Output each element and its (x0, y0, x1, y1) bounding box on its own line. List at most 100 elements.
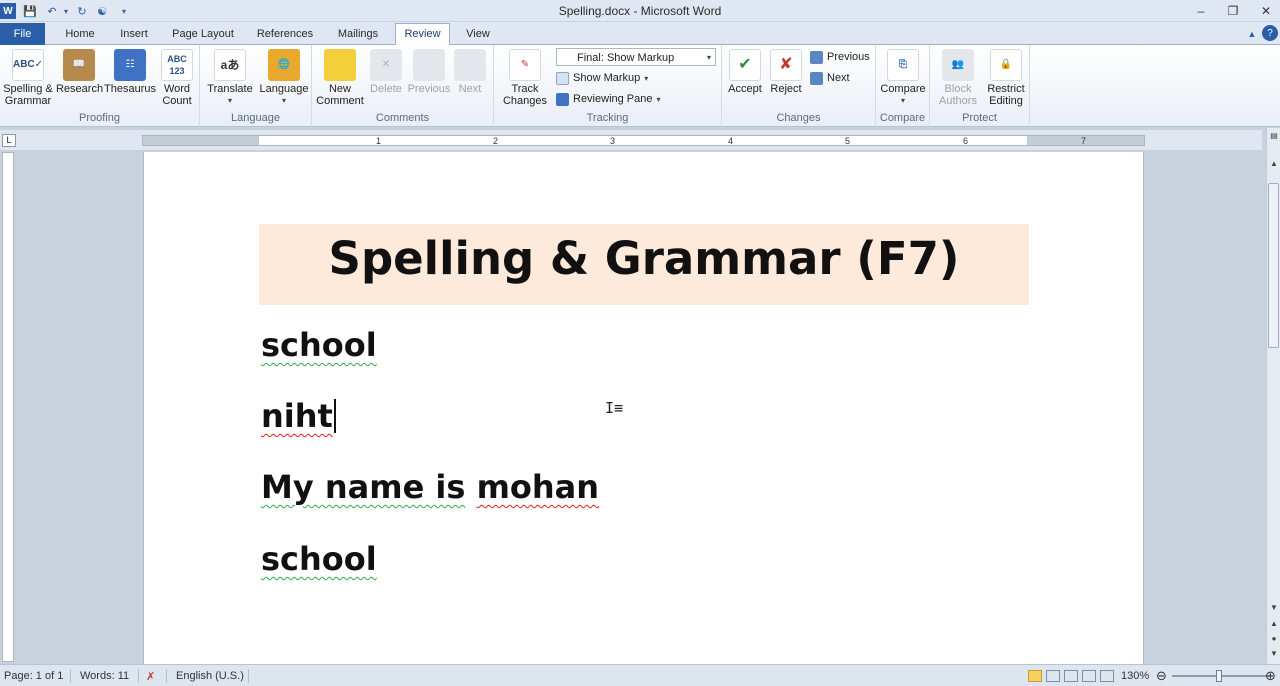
next-comment-button[interactable]: Next (452, 49, 488, 95)
reject-button[interactable]: ✘ Reject (766, 49, 806, 95)
scrollbar-thumb[interactable] (1268, 183, 1279, 348)
restrict-editing-lock-icon: 🔒 (990, 49, 1022, 81)
delete-comment-button[interactable]: ✕ Delete (366, 49, 406, 95)
document-line[interactable]: school (261, 540, 377, 578)
display-for-review-dropdown-icon: ▾ (706, 53, 711, 62)
new-comment-icon (324, 49, 356, 81)
tab-file[interactable]: File (0, 23, 45, 45)
group-label-changes: Changes (776, 112, 821, 124)
delete-comment-icon: ✕ (370, 49, 402, 81)
vertical-ruler[interactable] (2, 152, 14, 662)
research-book-icon: 📖 (63, 49, 95, 81)
scroll-down-icon[interactable]: ▼ (1268, 602, 1280, 614)
minimize-ribbon-icon[interactable]: ▲ (1244, 26, 1260, 42)
next-page-icon[interactable]: ▼ (1268, 648, 1280, 660)
zoom-slider-knob[interactable] (1216, 670, 1222, 682)
reject-x-icon: ✘ (770, 49, 802, 81)
ruler-number: 5 (845, 136, 851, 146)
accept-button[interactable]: ✔ Accept (724, 49, 766, 95)
ruler-number: 7 (1081, 136, 1087, 146)
scroll-up-icon[interactable]: ▲ (1268, 158, 1280, 170)
language-status[interactable]: English (U.S.) (176, 670, 244, 682)
track-changes-icon: ✎ (509, 49, 541, 81)
web-layout-icon[interactable] (1064, 670, 1078, 682)
group-protect: 👥 Block Authors 🔒 Restrict Editing Prote… (930, 45, 1030, 127)
window-title: Spelling.docx - Microsoft Word (558, 4, 722, 18)
show-markup-button[interactable]: Show Markup ▾ (556, 69, 648, 87)
ribbon-review: ABC✓ Spelling & Grammar 📖 Research ☷ The… (0, 45, 1280, 127)
track-changes-button[interactable]: ✎ Track Changes (498, 49, 552, 107)
restore-button[interactable]: ❐ (1222, 2, 1244, 20)
page-count[interactable]: Page: 1 of 1 (4, 670, 63, 682)
reviewing-pane-button[interactable]: Reviewing Pane ▾ (556, 90, 661, 108)
vertical-scrollbar[interactable]: ▤ ▲ ▼ ▲ ● ▼ (1266, 128, 1280, 664)
view-ruler-icon[interactable]: ▤ (1268, 130, 1280, 142)
minimize-button[interactable]: – (1190, 2, 1212, 20)
tab-page-layout[interactable]: Page Layout (166, 25, 240, 45)
previous-comment-button[interactable]: Previous (406, 49, 452, 95)
translate-button[interactable]: aあ Translate ▾ (204, 49, 256, 107)
research-button[interactable]: 📖 Research (56, 49, 103, 95)
print-layout-view-icon[interactable] (1028, 670, 1042, 682)
ruler-number: 2 (493, 136, 499, 146)
group-tracking: ✎ Track Changes Final: Show Markup ▾ Sho… (494, 45, 722, 127)
browse-object-icon[interactable]: ● (1268, 633, 1280, 645)
title-bar: W 💾 ↶ ▾ ↻ ☯ ▾ Spelling.docx - Microsoft … (0, 0, 1280, 22)
next-change-button[interactable]: Next (810, 69, 850, 87)
group-changes: ✔ Accept ✘ Reject Previous Next Changes (722, 45, 876, 127)
ruler-left-margin (143, 136, 259, 145)
tab-view[interactable]: View (460, 25, 496, 45)
restrict-editing-button[interactable]: 🔒 Restrict Editing (982, 49, 1030, 107)
word-count-icon: ABC 123 (161, 49, 193, 81)
spelling-check-icon: ABC✓ (12, 49, 44, 81)
document-line[interactable]: My name is mohan (261, 468, 599, 506)
compare-button[interactable]: ⎘ Compare ▾ (878, 49, 928, 107)
thesaurus-button[interactable]: ☷ Thesaurus (104, 49, 156, 95)
full-screen-reading-icon[interactable] (1046, 670, 1060, 682)
document-line[interactable]: school (261, 326, 377, 364)
previous-change-button[interactable]: Previous (810, 48, 870, 66)
group-label-protect: Protect (962, 112, 997, 124)
draft-view-icon[interactable] (1100, 670, 1114, 682)
help-icon[interactable]: ? (1262, 25, 1278, 41)
block-authors-button[interactable]: 👥 Block Authors (934, 49, 982, 107)
tab-selector[interactable]: L (2, 134, 16, 147)
status-bar: Page: 1 of 1 Words: 11 ✗ English (U.S.) … (0, 664, 1280, 686)
thesaurus-book-icon: ☷ (114, 49, 146, 81)
tab-mailings[interactable]: Mailings (330, 25, 386, 45)
zoom-level[interactable]: 130% (1121, 670, 1149, 682)
tab-home[interactable]: Home (58, 25, 102, 45)
outline-view-icon[interactable] (1082, 670, 1096, 682)
status-separator (166, 669, 167, 683)
ruler-number: 1 (376, 136, 382, 146)
zoom-in-icon[interactable]: ⊕ (1265, 668, 1276, 684)
document-heading[interactable]: Spelling & Grammar (F7) (259, 232, 1029, 285)
previous-comment-icon (413, 49, 445, 81)
tab-insert[interactable]: Insert (112, 25, 156, 45)
word-count-button[interactable]: ABC 123 Word Count (154, 49, 200, 107)
ruler-bar: 1 2 3 4 5 6 7 (142, 135, 1145, 146)
compare-documents-icon: ⎘ (887, 49, 919, 81)
group-proofing: ABC✓ Spelling & Grammar 📖 Research ☷ The… (0, 45, 200, 127)
ruler-number: 6 (963, 136, 969, 146)
ruler-number: 3 (610, 136, 616, 146)
previous-page-icon[interactable]: ▲ (1268, 618, 1280, 630)
horizontal-ruler[interactable]: L 1 2 3 4 5 6 7 (0, 130, 1262, 150)
proofing-status-icon[interactable]: ✗ (146, 670, 155, 683)
document-page[interactable]: Spelling & Grammar (F7) school niht My n… (143, 152, 1144, 666)
tab-review[interactable]: Review (395, 23, 450, 46)
group-compare: ⎘ Compare ▾ Compare (876, 45, 930, 127)
close-button[interactable]: ✕ (1255, 2, 1277, 20)
document-line[interactable]: niht (261, 397, 336, 435)
mouse-ibeam-cursor-icon: I≡ (605, 399, 624, 417)
translate-dropdown-icon: ▾ (227, 96, 232, 105)
language-button[interactable]: 🌐 Language ▾ (256, 49, 312, 107)
next-comment-icon (454, 49, 486, 81)
display-for-review-select[interactable]: Final: Show Markup ▾ (556, 48, 716, 66)
zoom-out-icon[interactable]: ⊖ (1156, 668, 1167, 684)
word-count[interactable]: Words: 11 (80, 670, 129, 682)
ribbon-tabs: File Home Insert Page Layout References … (0, 22, 1280, 46)
new-comment-button[interactable]: New Comment (316, 49, 364, 107)
tab-references[interactable]: References (252, 25, 318, 45)
spelling-grammar-button[interactable]: ABC✓ Spelling & Grammar (2, 49, 54, 107)
